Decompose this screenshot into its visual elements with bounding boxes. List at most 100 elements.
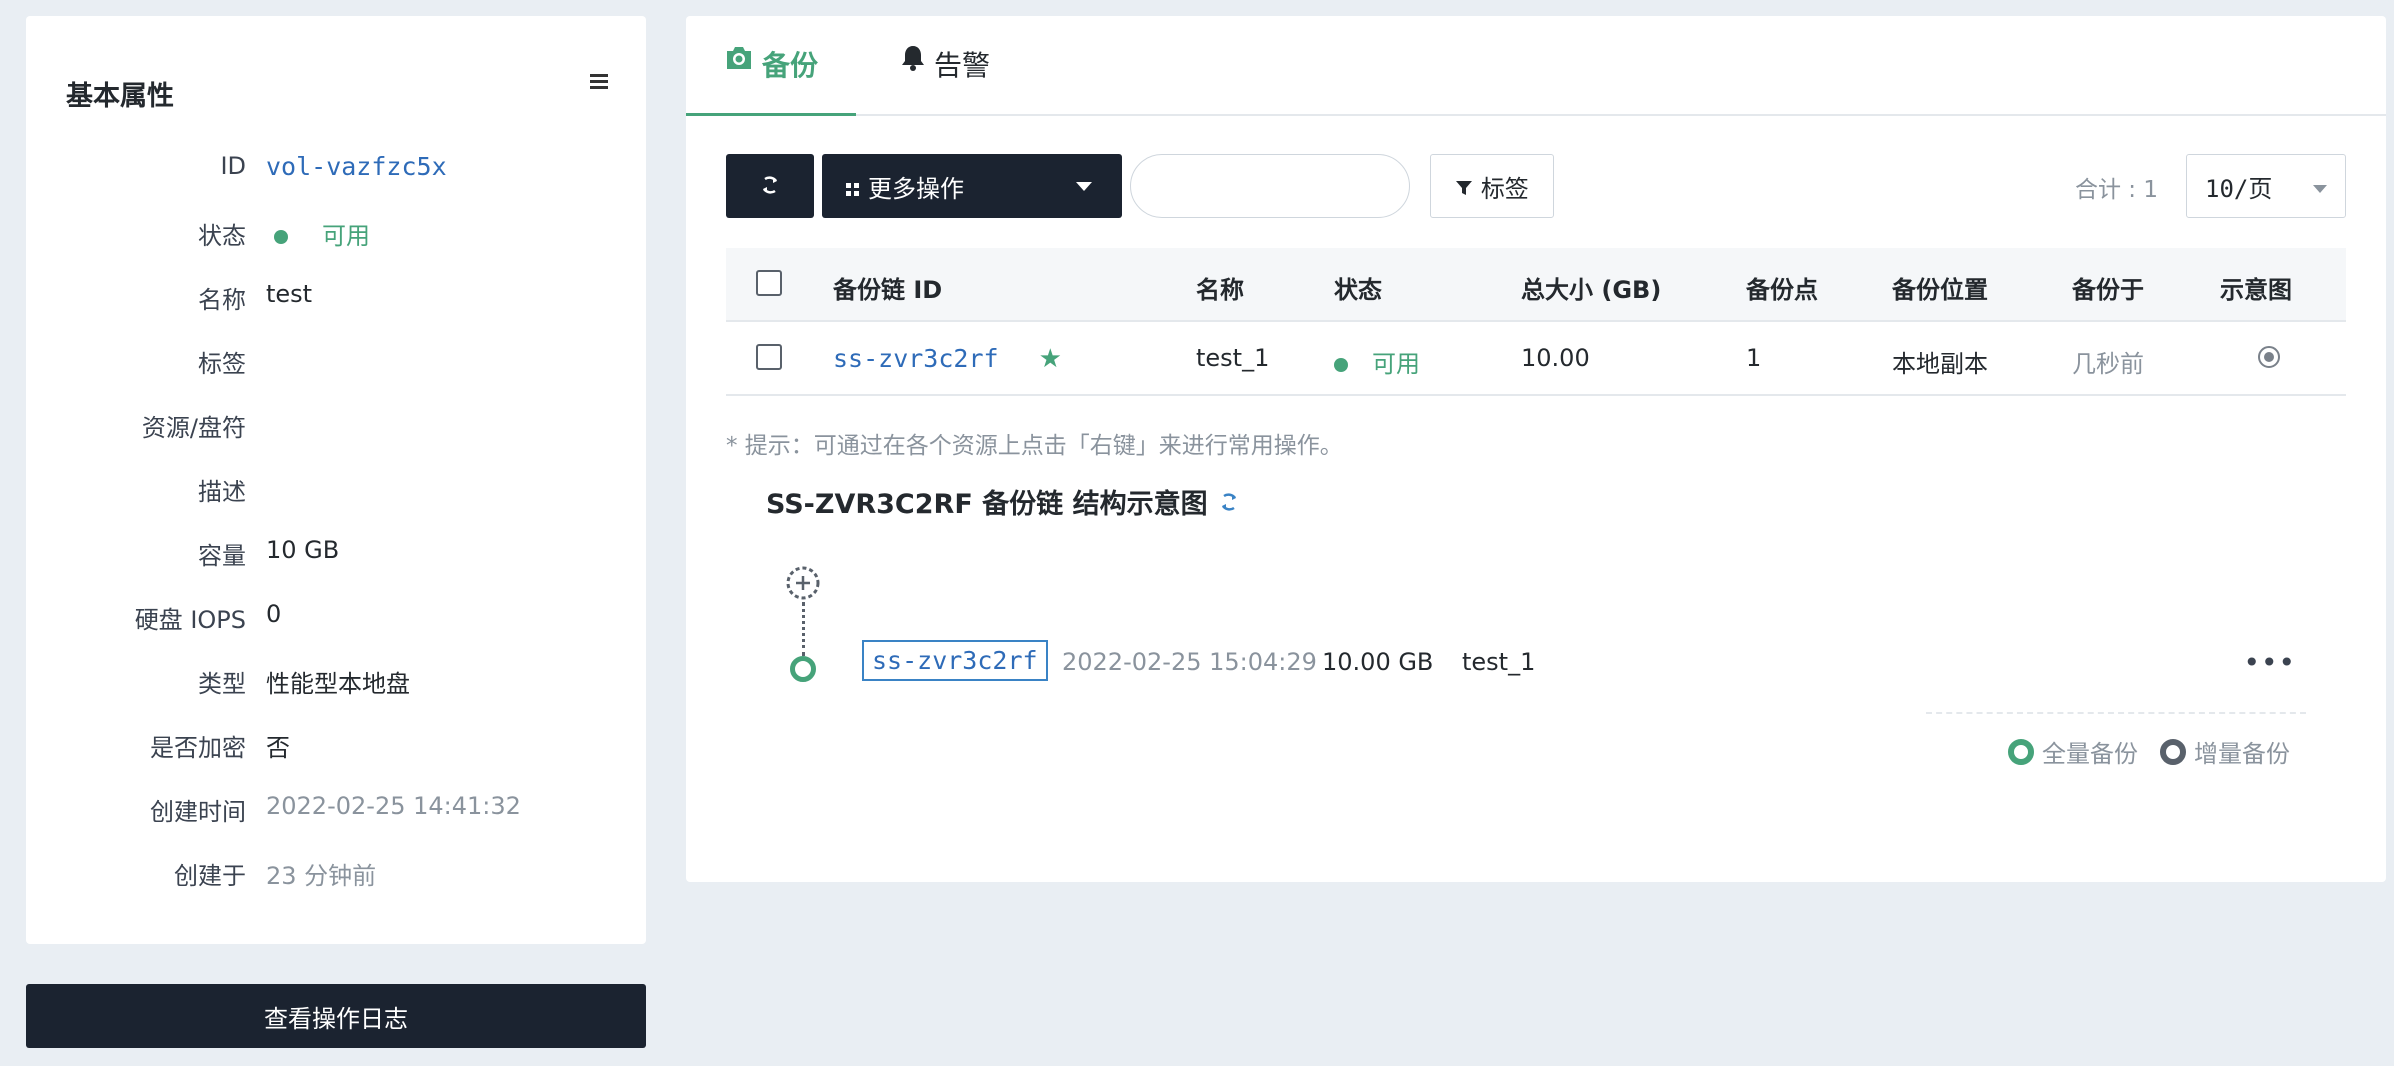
prop-label: 类型 — [198, 670, 246, 698]
header-id: 备份链 ID — [833, 276, 943, 304]
prop-value: 23 分钟前 — [266, 862, 377, 890]
total-count: 合计 : 1 — [2074, 177, 2158, 203]
prop-row-type: 类型 性能型本地盘 — [26, 656, 646, 720]
header-points: 备份点 — [1746, 276, 1818, 304]
table-row[interactable]: ss-zvr3c2rf ★ test_1 可用 10.00 1 本地副本 几秒前 — [726, 322, 2346, 396]
more-actions-dropdown[interactable]: 更多操作 — [822, 154, 1122, 218]
header-name: 名称 — [1196, 276, 1244, 304]
prop-label: 创建于 — [174, 862, 246, 890]
prop-row-status: 状态 可用 — [26, 208, 646, 272]
prop-label: 状态 — [198, 222, 246, 250]
tag-filter-button[interactable]: 标签 — [1430, 154, 1554, 218]
row-checkbox[interactable] — [756, 344, 782, 370]
prop-value: 0 — [266, 600, 282, 628]
prop-value: 2022-02-25 14:41:32 — [266, 792, 521, 820]
header-size: 总大小 (GB) — [1521, 276, 1662, 304]
legend-divider — [1926, 712, 2306, 714]
prop-label: 创建时间 — [150, 798, 246, 826]
prop-row-description: 描述 — [26, 464, 646, 528]
chain-connector — [802, 602, 805, 656]
diagram-cell — [2220, 344, 2280, 374]
node-id-tag[interactable]: ss-zvr3c2rf — [862, 640, 1048, 681]
header-status: 状态 — [1334, 276, 1382, 304]
full-backup-icon — [2008, 738, 2034, 765]
page-size-select[interactable]: 10/页 — [2186, 154, 2346, 218]
prop-value: 性能型本地盘 — [266, 670, 410, 698]
hint-text: * 提示：可通过在各个资源上点击「右键」来进行常用操作。 — [726, 433, 1343, 459]
size-cell: 10.00 — [1521, 344, 1590, 372]
prop-row-resource: 资源/盘符 — [26, 400, 646, 464]
menu-icon[interactable] — [590, 74, 608, 90]
status-cell: 可用 — [1334, 344, 1420, 379]
time-cell: 几秒前 — [2072, 350, 2144, 378]
prop-row-encrypted: 是否加密 否 — [26, 720, 646, 784]
backup-panel: 备份 告警 更多操作 标签 合计 : 1 10/页 备份链 ID 名称 状态 总… — [685, 16, 2386, 882]
property-list: ID vol-vazfzc5x 状态 可用 名称 test 标签 资源/盘符 描… — [26, 144, 646, 912]
caret-down-icon — [1076, 182, 1092, 191]
refresh-icon — [762, 175, 778, 194]
prop-label: ID — [220, 152, 246, 180]
prop-value: 否 — [266, 734, 290, 762]
prop-label: 名称 — [198, 286, 246, 314]
prop-value: test — [266, 280, 313, 308]
camera-icon — [727, 47, 751, 69]
header-diagram: 示意图 — [2220, 276, 2292, 304]
prop-label: 资源/盘符 — [141, 414, 246, 442]
status-dot-icon — [1334, 358, 1348, 372]
diagram-radio-icon[interactable] — [2258, 346, 2280, 368]
backup-chain-id-link[interactable]: ss-zvr3c2rf — [833, 344, 999, 373]
toolbar: 更多操作 标签 合计 : 1 10/页 — [726, 154, 2346, 220]
prop-label: 是否加密 — [150, 734, 246, 762]
grid-icon — [846, 182, 859, 196]
tab-label: 告警 — [934, 49, 991, 82]
search-input[interactable] — [1130, 154, 1410, 218]
prop-label: 标签 — [198, 350, 246, 378]
refresh-icon[interactable] — [1218, 491, 1240, 513]
legend-incremental: 增量备份 — [2160, 734, 2290, 769]
tab-backup[interactable]: 备份 — [685, 44, 857, 116]
header-time: 备份于 — [2072, 276, 2144, 304]
node-name: test_1 — [1462, 648, 1536, 676]
add-backup-icon[interactable] — [786, 566, 820, 600]
select-all-checkbox[interactable] — [756, 270, 782, 296]
tab-bar: 备份 告警 — [685, 16, 2386, 116]
basic-properties-panel: 基本属性 ID vol-vazfzc5x 状态 可用 名称 test 标签 资源… — [26, 16, 646, 944]
table-header: 备份链 ID 名称 状态 总大小 (GB) 备份点 备份位置 备份于 示意图 — [726, 248, 2346, 322]
view-operation-log-button[interactable]: 查看操作日志 — [26, 984, 646, 1048]
incremental-backup-icon — [2160, 738, 2186, 765]
legend-full: 全量备份 — [2008, 734, 2138, 769]
backup-chain-id-cell: ss-zvr3c2rf ★ — [833, 344, 1062, 374]
prop-row-tags: 标签 — [26, 336, 646, 400]
header-location: 备份位置 — [1892, 276, 1988, 304]
chain-diagram-title: SS-ZVR3C2RF 备份链 结构示意图 — [766, 482, 1240, 521]
full-backup-node-icon — [790, 656, 816, 682]
prop-row-id: ID vol-vazfzc5x — [26, 144, 646, 208]
caret-down-icon — [2313, 185, 2327, 193]
node-time: 2022-02-25 15:04:29 — [1062, 648, 1317, 676]
refresh-button[interactable] — [726, 154, 814, 218]
name-cell: test_1 — [1196, 344, 1270, 372]
location-cell: 本地副本 — [1892, 350, 1988, 378]
tab-label: 备份 — [762, 49, 819, 82]
legend: 全量备份 增量备份 — [2008, 734, 2290, 769]
prop-label: 硬盘 IOPS — [134, 606, 246, 634]
prop-row-created-time: 创建时间 2022-02-25 14:41:32 — [26, 784, 646, 848]
bell-icon — [902, 46, 924, 71]
prop-label: 描述 — [198, 478, 246, 506]
status-dot-icon — [274, 230, 288, 244]
prop-row-iops: 硬盘 IOPS 0 — [26, 592, 646, 656]
star-icon[interactable]: ★ — [1039, 344, 1062, 374]
node-size: 10.00 GB — [1322, 648, 1434, 676]
backup-table: 备份链 ID 名称 状态 总大小 (GB) 备份点 备份位置 备份于 示意图 s… — [726, 248, 2346, 396]
tab-alert[interactable]: 告警 — [900, 44, 990, 114]
prop-row-capacity: 容量 10 GB — [26, 528, 646, 592]
prop-row-created-ago: 创建于 23 分钟前 — [26, 848, 646, 912]
volume-id-link[interactable]: vol-vazfzc5x — [266, 152, 447, 181]
more-options-icon[interactable]: ••• — [2243, 646, 2296, 679]
prop-row-name: 名称 test — [26, 272, 646, 336]
prop-label: 容量 — [198, 542, 246, 570]
points-cell: 1 — [1746, 344, 1762, 372]
status-value: 可用 — [266, 216, 370, 251]
filter-icon — [1456, 180, 1473, 195]
prop-value: 10 GB — [266, 536, 340, 564]
